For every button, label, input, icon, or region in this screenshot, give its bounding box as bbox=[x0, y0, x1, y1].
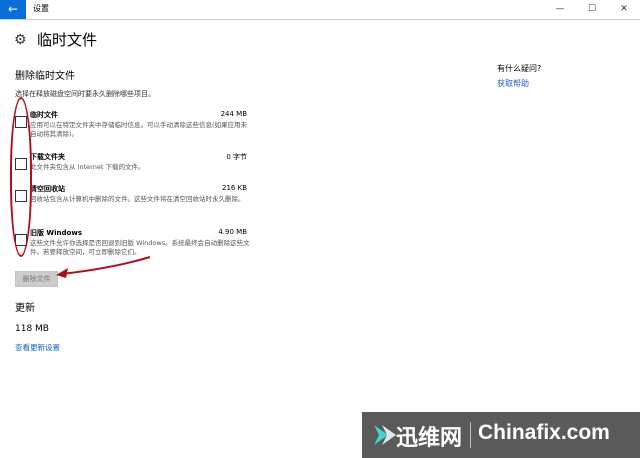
gear-icon: ⚙ bbox=[14, 32, 27, 48]
minimize-button[interactable]: — bbox=[545, 0, 575, 19]
item-name: 下载文件夹 bbox=[30, 153, 65, 161]
watermark: 迅维网 Chinafix.com bbox=[362, 412, 640, 458]
item-name: 旧版 Windows bbox=[30, 229, 82, 237]
get-help-link[interactable]: 获取帮助 bbox=[497, 78, 529, 89]
help-question: 有什么疑问? bbox=[497, 64, 542, 73]
page-title: 临时文件 bbox=[37, 31, 98, 49]
item-size: 244 MB bbox=[220, 110, 247, 118]
watermark-en: Chinafix.com bbox=[478, 421, 610, 444]
window-title: 设置 bbox=[33, 4, 49, 13]
back-button[interactable]: ← bbox=[0, 0, 26, 19]
delete-files-button[interactable]: 删除文件 bbox=[15, 271, 58, 287]
watermark-cn: 迅维网 bbox=[396, 426, 463, 451]
annotation-ellipse bbox=[10, 97, 32, 257]
update-size: 118 MB bbox=[15, 324, 49, 334]
instruction-text: 选择在释放磁盘空间时要永久删除哪些项目。 bbox=[15, 90, 155, 98]
item-name: 临时文件 bbox=[30, 111, 58, 119]
title-bar: ← 设置 — ☐ ✕ bbox=[0, 0, 640, 20]
item-name: 清空回收站 bbox=[30, 185, 65, 193]
delete-section-heading: 删除临时文件 bbox=[15, 71, 75, 82]
item-size: 216 KB bbox=[222, 184, 247, 192]
watermark-divider bbox=[470, 422, 471, 448]
item-description: 应用可以在特定文件夹中存储临时信息。可以手动清除这些信息(如果应用未自动将其清除… bbox=[30, 121, 248, 138]
item-size: 4.90 MB bbox=[218, 228, 247, 236]
back-arrow-icon: ← bbox=[7, 2, 19, 16]
update-section-heading: 更新 bbox=[15, 303, 35, 314]
close-button[interactable]: ✕ bbox=[609, 0, 639, 19]
maximize-button[interactable]: ☐ bbox=[577, 0, 607, 19]
item-description: 回收站包含从计算机中删除的文件。这些文件将在清空回收站时永久删除。 bbox=[30, 195, 245, 203]
item-size: 0 字节 bbox=[226, 153, 247, 161]
item-description: 此文件夹包含从 Internet 下载的文件。 bbox=[30, 163, 145, 171]
update-settings-link[interactable]: 查看更新设置 bbox=[15, 342, 60, 353]
annotation-arrow-icon bbox=[56, 256, 151, 278]
